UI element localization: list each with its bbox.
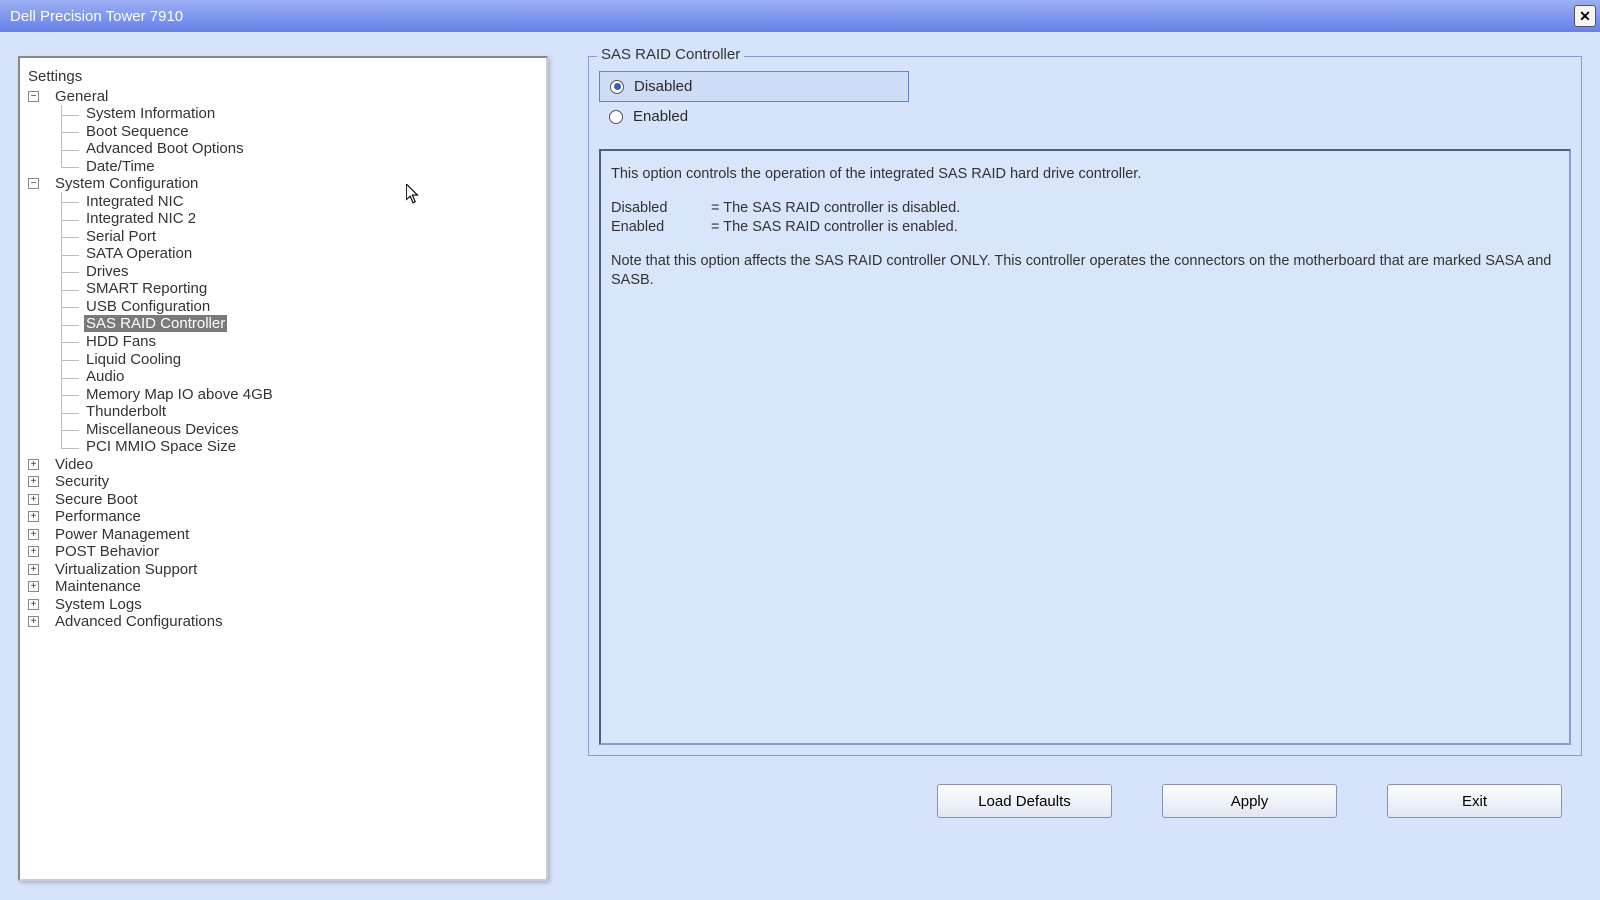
collapse-icon[interactable]: − bbox=[28, 91, 39, 102]
tree-root-label: Settings bbox=[28, 68, 538, 85]
detail-legend: SAS RAID Controller bbox=[597, 46, 744, 63]
expand-icon[interactable]: + bbox=[28, 564, 39, 575]
expand-icon[interactable]: + bbox=[28, 494, 39, 505]
tree-item-integrated-nic[interactable]: Integrated NIC bbox=[84, 193, 186, 210]
tree-group-maintenance[interactable]: Maintenance bbox=[53, 578, 143, 595]
tree-item-miscellaneous-devices[interactable]: Miscellaneous Devices bbox=[84, 421, 241, 438]
description-intro: This option controls the operation of th… bbox=[611, 165, 1559, 185]
radio-label-disabled: Disabled bbox=[634, 78, 692, 95]
radio-icon bbox=[610, 80, 624, 94]
tree-item-serial-port[interactable]: Serial Port bbox=[84, 228, 158, 245]
collapse-icon[interactable]: − bbox=[28, 178, 39, 189]
tree-item-usb-configuration[interactable]: USB Configuration bbox=[84, 298, 212, 315]
tree-item-hdd-fans[interactable]: HDD Fans bbox=[84, 333, 158, 350]
expand-icon[interactable]: + bbox=[28, 616, 39, 627]
description-key: Disabled bbox=[611, 199, 711, 219]
expand-icon[interactable]: + bbox=[28, 581, 39, 592]
close-icon: ✕ bbox=[1579, 8, 1591, 25]
expand-icon[interactable]: + bbox=[28, 599, 39, 610]
tree-item-liquid-cooling[interactable]: Liquid Cooling bbox=[84, 351, 183, 368]
tree-item-advanced-boot-options[interactable]: Advanced Boot Options bbox=[84, 140, 246, 157]
window-title: Dell Precision Tower 7910 bbox=[10, 8, 183, 25]
description-note: Note that this option affects the SAS RA… bbox=[611, 252, 1559, 291]
tree-group-system-logs[interactable]: System Logs bbox=[53, 596, 144, 613]
description-value: = The SAS RAID controller is enabled. bbox=[711, 218, 958, 238]
tree-group-advanced-configurations[interactable]: Advanced Configurations bbox=[53, 613, 225, 630]
tree-group-security[interactable]: Security bbox=[53, 473, 111, 490]
load-defaults-button[interactable]: Load Defaults bbox=[937, 784, 1112, 818]
tree-item-date-time[interactable]: Date/Time bbox=[84, 158, 157, 175]
tree-item-thunderbolt[interactable]: Thunderbolt bbox=[84, 403, 168, 420]
tree-group-power-management[interactable]: Power Management bbox=[53, 526, 191, 543]
tree-group-performance[interactable]: Performance bbox=[53, 508, 143, 525]
radio-icon bbox=[609, 110, 623, 124]
button-row: Load Defaults Apply Exit bbox=[588, 756, 1582, 818]
expand-icon[interactable]: + bbox=[28, 476, 39, 487]
description-box: This option controls the operation of th… bbox=[599, 149, 1571, 745]
tree-item-pci-mmio-space-size[interactable]: PCI MMIO Space Size bbox=[84, 438, 238, 455]
apply-button[interactable]: Apply bbox=[1162, 784, 1337, 818]
expand-icon[interactable]: + bbox=[28, 546, 39, 557]
description-row: Disabled= The SAS RAID controller is dis… bbox=[611, 199, 1559, 219]
tree-item-integrated-nic-2[interactable]: Integrated NIC 2 bbox=[84, 210, 198, 227]
tree-item-memory-map-io-above-4gb[interactable]: Memory Map IO above 4GB bbox=[84, 386, 275, 403]
tree-group-general[interactable]: General bbox=[53, 88, 110, 105]
tree-item-sata-operation[interactable]: SATA Operation bbox=[84, 245, 194, 262]
description-value: = The SAS RAID controller is disabled. bbox=[711, 199, 960, 219]
expand-icon[interactable]: + bbox=[28, 459, 39, 470]
titlebar: Dell Precision Tower 7910 ✕ bbox=[0, 0, 1600, 32]
description-row: Enabled= The SAS RAID controller is enab… bbox=[611, 218, 1559, 238]
detail-fieldset: SAS RAID Controller Disabled Enabled Thi… bbox=[588, 56, 1582, 756]
close-button[interactable]: ✕ bbox=[1574, 5, 1596, 27]
tree-item-smart-reporting[interactable]: SMART Reporting bbox=[84, 280, 209, 297]
tree-group-post-behavior[interactable]: POST Behavior bbox=[53, 543, 161, 560]
radio-option-disabled[interactable]: Disabled bbox=[599, 71, 909, 102]
settings-tree-panel: Settings − GeneralSystem InformationBoot S… bbox=[18, 56, 548, 881]
radio-option-enabled[interactable]: Enabled bbox=[599, 102, 909, 131]
tree-group-virtualization-support[interactable]: Virtualization Support bbox=[53, 561, 199, 578]
exit-button[interactable]: Exit bbox=[1387, 784, 1562, 818]
tree-item-drives[interactable]: Drives bbox=[84, 263, 131, 280]
tree-item-system-information[interactable]: System Information bbox=[84, 105, 217, 122]
tree-item-audio[interactable]: Audio bbox=[84, 368, 126, 385]
radio-label-enabled: Enabled bbox=[633, 108, 688, 125]
tree-group-system-configuration[interactable]: System Configuration bbox=[53, 175, 200, 192]
tree-item-boot-sequence[interactable]: Boot Sequence bbox=[84, 123, 191, 140]
radio-group: Disabled Enabled bbox=[599, 71, 1571, 131]
expand-icon[interactable]: + bbox=[28, 511, 39, 522]
expand-icon[interactable]: + bbox=[28, 529, 39, 540]
tree-group-video[interactable]: Video bbox=[53, 456, 95, 473]
tree-item-sas-raid-controller[interactable]: SAS RAID Controller bbox=[84, 315, 227, 332]
description-key: Enabled bbox=[611, 218, 711, 238]
tree-group-secure-boot[interactable]: Secure Boot bbox=[53, 491, 140, 508]
